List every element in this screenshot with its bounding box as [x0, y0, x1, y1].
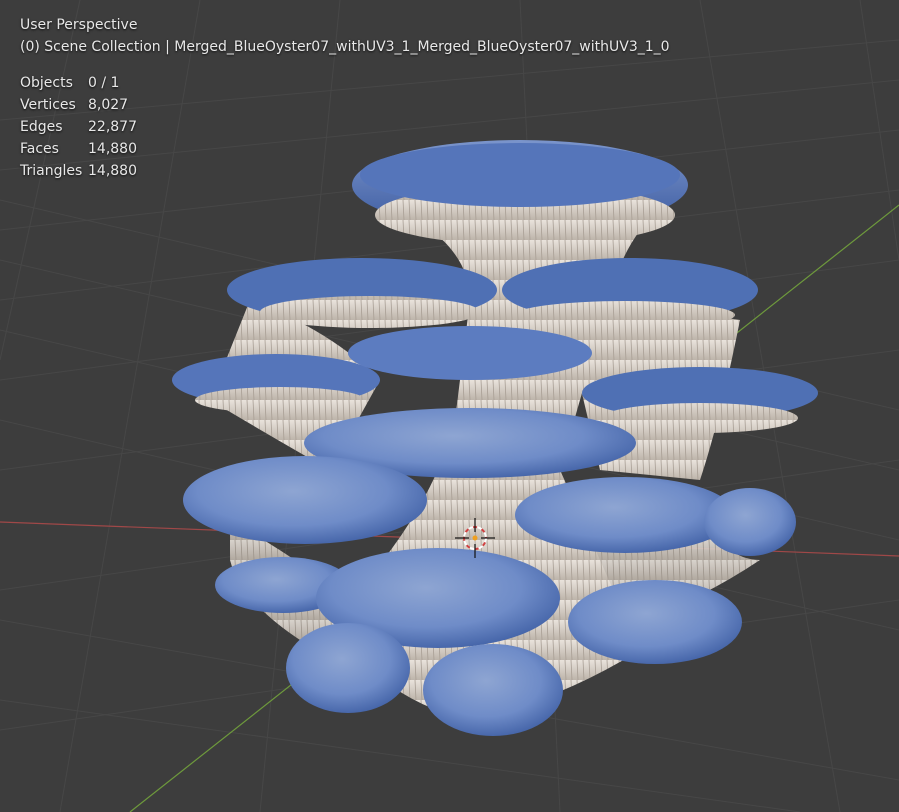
stat-value: 8,027 [88, 97, 129, 113]
collection-path: (0) Scene Collection | Merged_BlueOyster… [20, 39, 670, 55]
cap-left-large [183, 456, 427, 544]
stat-label: Faces [20, 141, 59, 157]
stat-label: Triangles [20, 163, 83, 179]
cap-front-lower-left [286, 623, 410, 713]
mushroom-model[interactable] [172, 140, 818, 736]
stat-label: Edges [20, 119, 63, 135]
stat-label: Objects [20, 75, 73, 91]
viewport-text-overlay: User Perspective (0) Scene Collection | … [20, 14, 670, 182]
stat-row-objects: Objects 0 / 1 [20, 72, 670, 94]
stat-row-triangles: Triangles 14,880 [20, 160, 670, 182]
cap-right-lower [568, 580, 742, 664]
stat-row-vertices: Vertices 8,027 [20, 94, 670, 116]
stat-row-edges: Edges 22,877 [20, 116, 670, 138]
3d-viewport[interactable]: User Perspective (0) Scene Collection | … [0, 0, 899, 812]
stat-value: 22,877 [88, 119, 137, 135]
cap-right-mid-gills [602, 403, 798, 433]
stat-value: 14,880 [88, 163, 137, 179]
stat-value: 14,880 [88, 141, 137, 157]
cap-upper-left-gills [260, 296, 480, 328]
cap-front-bottom [423, 644, 563, 736]
view-name: User Perspective [20, 17, 138, 33]
stat-value: 0 / 1 [88, 75, 120, 91]
cap-center-upper [348, 326, 592, 380]
stat-row-faces: Faces 14,880 [20, 138, 670, 160]
stat-label: Vertices [20, 97, 76, 113]
cap-right [515, 477, 735, 553]
cap-far-right [704, 488, 796, 556]
cap-left-mid-gills [195, 387, 365, 413]
scene-statistics: Objects 0 / 1 Vertices 8,027 Edges 22,87… [20, 72, 670, 182]
cap-upper-right-gills [515, 301, 735, 329]
